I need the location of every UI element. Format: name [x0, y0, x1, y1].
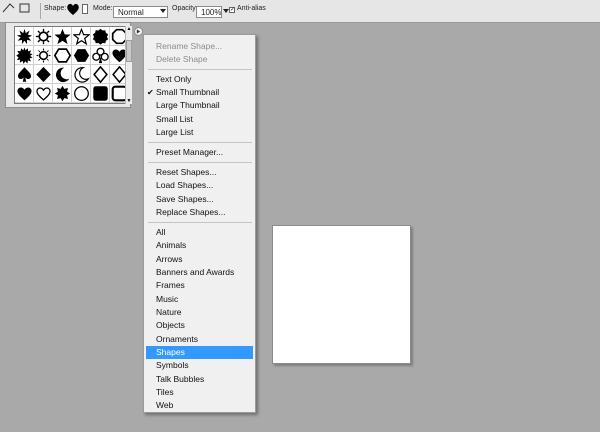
menu-item-shapes[interactable]: Shapes — [146, 346, 253, 359]
opacity-input[interactable]: 100% — [196, 6, 222, 18]
shape-preview-icon[interactable] — [66, 2, 80, 16]
crescent-icon[interactable] — [53, 65, 72, 84]
seal-icon[interactable] — [91, 27, 110, 46]
menu-item-ornaments[interactable]: Ornaments — [146, 333, 253, 346]
menu-separator — [148, 69, 252, 70]
octagon-outline-icon[interactable] — [110, 27, 125, 46]
sun-outline-icon[interactable] — [34, 46, 53, 65]
menu-item-frames[interactable]: Frames — [146, 279, 253, 292]
menu-item-banners-and-awards[interactable]: Banners and Awards — [146, 266, 253, 279]
menu-item-music[interactable]: Music — [146, 293, 253, 306]
spade-suit-icon[interactable] — [15, 65, 34, 84]
starburst-icon[interactable] — [15, 27, 34, 46]
menu-item-all[interactable]: All — [146, 226, 253, 239]
crescent-outline-icon[interactable] — [72, 65, 91, 84]
menu-item-small-list[interactable]: Small List — [146, 113, 253, 126]
triangle-right-icon — [136, 29, 141, 34]
menu-item-text-only[interactable]: Text Only — [146, 73, 253, 86]
menu-item-symbols[interactable]: Symbols — [146, 359, 253, 372]
heart-outline-icon[interactable] — [34, 84, 53, 103]
flower-icon[interactable] — [53, 84, 72, 103]
menu-item-small-thumbnail[interactable]: ✔ Small Thumbnail — [146, 86, 253, 99]
antialias-checkbox[interactable]: ✓ — [229, 7, 235, 13]
heart-suit-icon[interactable] — [110, 46, 125, 65]
scroll-down-icon[interactable]: ▼ — [126, 98, 132, 104]
hexagon-icon[interactable] — [72, 46, 91, 65]
menu-item-label: Small Thumbnail — [156, 87, 220, 97]
options-bar: Shape: Mode: Normal Opacity: 100% ✓ Anti… — [0, 0, 600, 23]
menu-item-talk-bubbles[interactable]: Talk Bubbles — [146, 373, 253, 386]
menu-item-objects[interactable]: Objects — [146, 319, 253, 332]
path-tool-icon[interactable] — [2, 2, 16, 16]
diamond-outline-icon[interactable] — [110, 65, 125, 84]
club-suit-icon[interactable] — [91, 65, 110, 84]
scroll-thumb[interactable] — [126, 40, 132, 62]
club-icon[interactable] — [91, 46, 110, 65]
menu-item-preset-manager[interactable]: Preset Manager... — [146, 146, 253, 159]
opacity-value: 100% — [201, 8, 222, 17]
burst-icon[interactable] — [15, 46, 34, 65]
menu-item-delete-shape[interactable]: Delete Shape — [146, 53, 253, 66]
mode-value: Normal — [118, 8, 144, 17]
shape-tool-icon[interactable] — [18, 2, 32, 16]
custom-shape-picker: ▲ ▼ — [5, 22, 132, 108]
shape-grid — [14, 26, 126, 104]
scroll-up-icon[interactable]: ▲ — [126, 26, 132, 32]
star-icon[interactable] — [53, 27, 72, 46]
menu-item-large-list[interactable]: Large List — [146, 126, 253, 139]
shape-label: Shape: — [44, 5, 67, 12]
picker-menu-button[interactable] — [134, 27, 143, 36]
menu-item-replace-shapes[interactable]: Replace Shapes... — [146, 206, 253, 219]
mode-label: Mode: — [93, 5, 113, 12]
rounded-square-icon[interactable] — [91, 84, 110, 103]
mode-dropdown-icon — [160, 9, 166, 13]
menu-item-web[interactable]: Web — [146, 399, 253, 412]
checkmark-icon: ✔ — [147, 88, 154, 97]
star-outline-icon[interactable] — [72, 27, 91, 46]
menu-item-save-shapes[interactable]: Save Shapes... — [146, 193, 253, 206]
menu-item-nature[interactable]: Nature — [146, 306, 253, 319]
circle-frame-icon[interactable] — [72, 84, 91, 103]
menu-item-animals[interactable]: Animals — [146, 239, 253, 252]
menu-item-arrows[interactable]: Arrows — [146, 253, 253, 266]
menu-item-reset-shapes[interactable]: Reset Shapes... — [146, 166, 253, 179]
menu-item-rename-shape[interactable]: Rename Shape... — [146, 40, 253, 53]
menu-item-large-thumbnail[interactable]: Large Thumbnail — [146, 99, 253, 112]
document-canvas[interactable] — [272, 225, 411, 364]
sun-icon[interactable] — [34, 27, 53, 46]
shape-picker-menu: Rename Shape... Delete Shape Text Only ✔… — [143, 34, 256, 413]
menu-item-tiles[interactable]: Tiles — [146, 386, 253, 399]
opacity-label: Opacity: — [172, 5, 198, 12]
menu-separator — [148, 162, 252, 163]
shape-grid-scrollbar[interactable]: ▲ ▼ — [125, 26, 132, 104]
hexagon-outline-icon[interactable] — [53, 46, 72, 65]
menu-separator — [148, 222, 252, 223]
heart-icon[interactable] — [15, 84, 34, 103]
antialias-label: Anti-alias — [237, 5, 266, 12]
rounded-square-outline-icon[interactable] — [110, 84, 125, 103]
diamond-suit-icon[interactable] — [34, 65, 53, 84]
menu-separator — [148, 142, 252, 143]
shape-dropdown-icon[interactable] — [82, 4, 88, 18]
menu-item-load-shapes[interactable]: Load Shapes... — [146, 179, 253, 192]
